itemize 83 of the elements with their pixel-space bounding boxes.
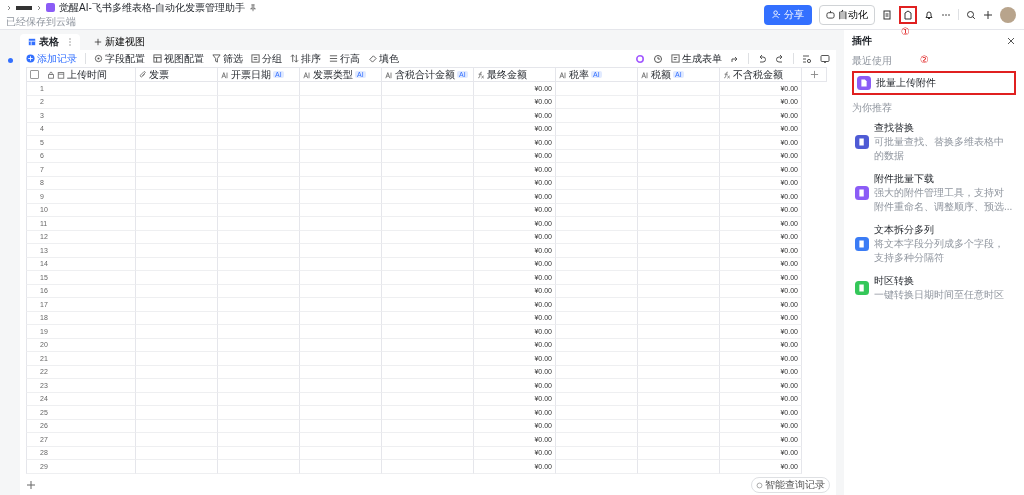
ai-field-icon [221,70,229,79]
sort-icon [290,54,299,63]
plugin-icon [903,9,913,20]
column-title: 发票 [149,67,169,82]
column-header[interactable]: 发票 [136,67,218,82]
select-all-checkbox[interactable] [30,70,39,79]
ai-field-icon [385,70,393,79]
section-heading: 为你推荐 [852,101,892,115]
ai-field-icon [559,70,567,79]
base-icon [46,3,55,12]
automation-button[interactable]: 自动化 [819,4,875,25]
toolbar-button[interactable]: 排序 [290,51,321,66]
toolbar-button[interactable]: 视图配置 [153,51,204,66]
form-icon [671,54,680,63]
circle-icon [756,481,763,489]
group-icon [251,54,260,63]
lines-icon [329,54,338,63]
column-header[interactable]: 不含税金额 [720,67,802,82]
robot-icon [826,10,835,19]
toolbar-button[interactable]: 添加记录 [26,51,77,66]
generate-form-button[interactable]: 生成表单 [671,51,722,66]
search-icon[interactable] [966,9,976,20]
clock-icon[interactable] [653,53,663,64]
formula-icon [723,70,731,79]
column-title: 发票类型 [313,67,353,82]
document-title[interactable]: 觉醒AI-飞书多维表格-自动化发票管理助手 [59,0,246,15]
toolbar-button[interactable]: 字段配置 [94,51,145,66]
column-header[interactable]: 最终金额 [474,67,556,82]
people-icon [772,10,781,19]
column-header[interactable]: 上传时间 [26,67,136,82]
ai-field-icon [641,70,649,79]
toolbar-button[interactable]: 填色 [368,51,399,66]
plus-icon[interactable] [983,9,993,20]
formula-icon [477,70,485,79]
section-heading: 最近使用 [852,54,892,68]
plugin-item[interactable]: 时区转换 一键转换日期时间至任意时区 [852,271,1016,305]
annotation-number: ② [920,54,929,67]
column-title: 含税合计金额 [395,67,455,82]
layout-icon [153,54,162,63]
add-record-icon[interactable] [26,480,36,490]
ring-icon[interactable] [635,53,645,64]
document-icon[interactable] [882,9,892,20]
toolbar-button[interactable]: 筛选 [212,51,243,66]
pin-icon[interactable] [249,3,258,12]
paperclip-icon [139,70,147,79]
view-tab[interactable]: 表格 [20,34,80,50]
add-icon [26,54,35,63]
column-title: 上传时间 [67,67,107,82]
new-view-button[interactable]: 新建视图 [88,34,151,50]
save-status: 已经保存到云端 [6,14,77,29]
column-title: 不含税金额 [733,67,783,82]
lock-icon [47,70,55,79]
bell-icon[interactable] [924,9,934,20]
table-icon [28,38,36,46]
plugin-item[interactable]: 批量上传附件 [852,71,1016,95]
plugin-item[interactable]: 文本拆分多列 将文本字段分列成多个字段，支持多种分隔符 [852,220,1016,268]
annotation-number: ① [901,25,910,37]
toolbar-button[interactable]: 分组 [251,51,282,66]
share-button[interactable]: 分享 [764,4,812,25]
calendar-icon [57,70,65,79]
panel-title: 插件 [852,34,872,48]
column-title: 税率 [569,67,589,82]
list-search-icon[interactable] [802,53,812,64]
column-title: 开票日期 [231,67,271,82]
toolbar-button[interactable]: 行高 [329,51,360,66]
column-title: 最终金额 [487,67,527,82]
plus-icon [809,70,819,79]
column-title: 税额 [651,67,671,82]
settings-icon [94,54,103,63]
redo-icon[interactable] [775,53,785,64]
plus-icon [94,38,102,46]
paint-icon [368,54,377,63]
ai-field-icon [303,70,311,79]
close-icon[interactable] [1006,36,1016,46]
filter-icon [212,54,221,63]
status-dot [7,58,13,63]
smart-query-button[interactable]: 智能查询记录 [751,477,830,493]
plugin-item[interactable]: 查找替换 可批量查找、替换多维表格中的数据 [852,118,1016,166]
comment-icon[interactable] [820,53,830,64]
undo-icon[interactable] [757,53,767,64]
plugin-item[interactable]: 附件批量下载 强大的附件管理工具，支持对附件重命名、调整顺序、预选... [852,169,1016,217]
redaction-bar [16,5,32,10]
plugin-button[interactable] [899,5,917,24]
